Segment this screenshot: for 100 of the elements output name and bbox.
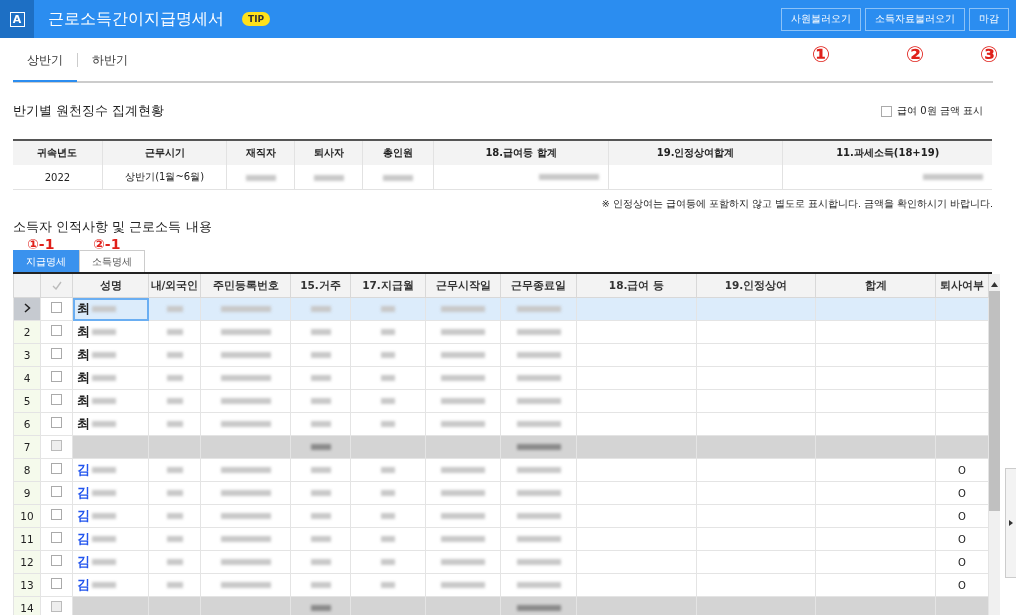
- redacted-value: [310, 467, 331, 473]
- redacted-value: [923, 174, 983, 180]
- table-cell: 상반기(1월~6월): [125, 171, 205, 182]
- checkbox[interactable]: [51, 371, 62, 382]
- redacted-value: [516, 444, 561, 450]
- redacted-value: [516, 467, 561, 473]
- redacted-value: [381, 421, 395, 427]
- redacted-value: [441, 467, 485, 473]
- redacted-value: [381, 306, 395, 312]
- checkbox[interactable]: [51, 325, 62, 336]
- column-header: 합계: [815, 274, 936, 298]
- column-header: 18.급여 등: [576, 274, 697, 298]
- detail-tab[interactable]: 소득명세: [79, 250, 145, 272]
- redacted-value: [441, 306, 485, 312]
- column-header: 퇴사자: [294, 140, 363, 165]
- redacted-value: [92, 375, 116, 381]
- redacted-value: [516, 582, 561, 588]
- name-initial: 김: [77, 484, 90, 502]
- redacted-value: [220, 352, 271, 358]
- row-number: 7: [23, 441, 31, 453]
- redacted-value: [381, 559, 395, 565]
- name-initial: 김: [77, 576, 90, 594]
- redacted-value: [441, 536, 485, 542]
- table-cell: O: [958, 533, 966, 545]
- name-initial: 김: [77, 461, 90, 479]
- redacted-value: [220, 306, 271, 312]
- redacted-value: [383, 174, 414, 181]
- checkbox[interactable]: [51, 509, 62, 520]
- column-header: 총인원: [362, 140, 434, 165]
- scrollbar[interactable]: [989, 274, 1000, 615]
- check-icon[interactable]: [51, 280, 62, 290]
- redacted-value: [441, 582, 485, 588]
- redacted-value: [92, 352, 116, 358]
- row-number: 12: [20, 556, 34, 568]
- column-header: 내/외국인: [148, 274, 201, 298]
- redacted-value: [166, 421, 183, 427]
- checkbox[interactable]: [51, 463, 62, 474]
- scroll-up-icon[interactable]: [991, 282, 998, 287]
- redacted-value: [310, 398, 331, 404]
- redacted-value: [516, 421, 561, 427]
- redacted-value: [220, 421, 271, 427]
- redacted-value: [92, 398, 116, 404]
- checkbox[interactable]: [51, 555, 62, 566]
- name-initial: 최: [77, 392, 90, 410]
- redacted-value: [166, 467, 183, 473]
- redacted-value: [310, 352, 331, 358]
- checkbox[interactable]: [51, 578, 62, 589]
- panel-toggle-handle[interactable]: [1005, 468, 1016, 578]
- redacted-value: [516, 536, 561, 542]
- redacted-value: [220, 329, 271, 335]
- checkbox[interactable]: [51, 302, 62, 313]
- redacted-value: [381, 375, 395, 381]
- redacted-value: [441, 375, 485, 381]
- annotation-number: ①-1: [27, 237, 55, 251]
- name-initial: 김: [77, 530, 90, 548]
- column-header: 15.거주: [290, 274, 351, 298]
- period-tab[interactable]: 상반기: [13, 40, 77, 82]
- table-cell: O: [958, 487, 966, 499]
- row-number: 8: [23, 464, 31, 476]
- redacted-value: [310, 559, 331, 565]
- checkbox[interactable]: [51, 532, 62, 543]
- period-tab[interactable]: 하반기: [78, 40, 142, 82]
- redacted-value: [310, 421, 331, 427]
- redacted-value: [516, 398, 561, 404]
- checkbox[interactable]: [51, 417, 62, 428]
- redacted-value: [310, 375, 331, 381]
- redacted-value: [381, 536, 395, 542]
- row-number: 11: [20, 533, 34, 545]
- checkbox[interactable]: [881, 105, 893, 117]
- redacted-value: [310, 444, 331, 450]
- checkbox[interactable]: [51, 348, 62, 359]
- redacted-value: [381, 352, 395, 358]
- redacted-value: [441, 421, 485, 427]
- redacted-value: [92, 536, 116, 542]
- redacted-value: [310, 490, 331, 496]
- redacted-value: [92, 559, 116, 565]
- redacted-value: [516, 559, 561, 565]
- tip-badge[interactable]: TIP: [242, 12, 271, 26]
- section-title: 반기별 원천징수 집계현황: [13, 102, 165, 120]
- checkbox[interactable]: [51, 394, 62, 405]
- redacted-value: [310, 536, 331, 542]
- redacted-value: [441, 490, 485, 496]
- checkbox[interactable]: [51, 486, 62, 497]
- redacted-value: [441, 513, 485, 519]
- redacted-value: [516, 306, 561, 312]
- redacted-value: [516, 513, 561, 519]
- column-header: 17.지급월: [350, 274, 426, 298]
- redacted-value: [166, 490, 183, 496]
- redacted-value: [310, 605, 331, 611]
- redacted-value: [381, 513, 395, 519]
- section-title: 소득자 인적사항 및 근로소득 내용: [13, 218, 213, 236]
- redacted-value: [245, 174, 276, 181]
- redacted-value: [166, 582, 183, 588]
- name-initial: 최: [77, 346, 90, 364]
- name-initial: 최: [77, 415, 90, 433]
- column-header: 근무시작일: [425, 274, 501, 298]
- redacted-value: [381, 329, 395, 335]
- redacted-value: [220, 559, 271, 565]
- redacted-value: [516, 490, 561, 496]
- redacted-value: [220, 467, 271, 473]
